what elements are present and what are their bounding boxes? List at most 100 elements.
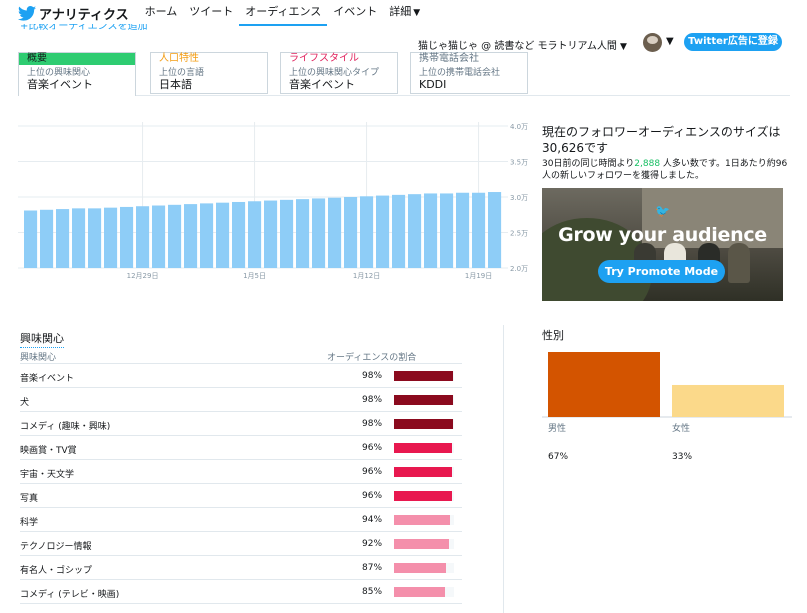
nav-audience[interactable]: オーディエンス bbox=[239, 0, 328, 26]
tab-value: 音楽イベント bbox=[27, 78, 93, 91]
follower-bar[interactable] bbox=[168, 204, 182, 268]
interest-row: コメディ (テレビ・映画) 85% bbox=[20, 580, 462, 604]
gender-label: 女性 bbox=[672, 422, 690, 434]
interest-bar bbox=[394, 371, 453, 381]
interest-row: 映画賞・TV賞 96% bbox=[20, 436, 462, 460]
tab-lifestyle[interactable]: ライフスタイル 上位の興味関心タイプ 音楽イベント bbox=[280, 52, 398, 94]
follower-bar[interactable] bbox=[424, 193, 438, 268]
nav-tweets[interactable]: ツイート bbox=[183, 0, 239, 26]
account-chevron-icon: ▼ bbox=[620, 42, 627, 52]
avatar[interactable] bbox=[643, 33, 662, 52]
y-tick-label: 3.0万 bbox=[510, 194, 528, 202]
interest-bar-track bbox=[394, 419, 454, 429]
nav-events[interactable]: イベント bbox=[327, 0, 383, 26]
twitter-bird-icon bbox=[18, 5, 36, 21]
promote-mode-banner[interactable]: 🐦 Grow your audience Try Promote Mode bbox=[542, 188, 783, 301]
follower-bar[interactable] bbox=[328, 197, 342, 268]
interest-bar bbox=[394, 539, 450, 549]
interest-percent: 85% bbox=[362, 587, 383, 597]
interest-bar bbox=[394, 563, 447, 573]
follower-bar[interactable] bbox=[104, 207, 118, 268]
nav-more[interactable]: 詳細 ▼ bbox=[383, 0, 426, 26]
follower-bar[interactable] bbox=[24, 210, 38, 268]
follower-bar[interactable] bbox=[312, 198, 326, 268]
x-tick-label: 1月12日 bbox=[353, 272, 380, 280]
tab-value: 日本語 bbox=[159, 78, 192, 91]
y-tick-label: 3.5万 bbox=[510, 159, 528, 167]
gender-bar[interactable] bbox=[672, 384, 784, 417]
interest-name: 写真 bbox=[20, 494, 39, 504]
follower-bar[interactable] bbox=[216, 202, 230, 268]
desc-pre: 30日前の同じ時間より bbox=[542, 159, 635, 169]
follower-bar[interactable] bbox=[392, 194, 406, 268]
tab-header: ライフスタイル bbox=[289, 53, 359, 64]
account-switcher[interactable]: 猫じゃ猫じゃ @ 読書など モラトリアム人間 ▼ bbox=[418, 37, 627, 52]
follower-bar[interactable] bbox=[408, 194, 422, 268]
avatar-chevron-icon[interactable]: ▼ bbox=[666, 36, 674, 47]
tab-value: 音楽イベント bbox=[289, 78, 355, 91]
follower-bar[interactable] bbox=[184, 204, 198, 268]
follower-bar[interactable] bbox=[56, 209, 70, 268]
interest-name: 科学 bbox=[20, 518, 39, 528]
interest-bar-track bbox=[394, 491, 454, 501]
brand-title: アナリティクス bbox=[39, 7, 129, 23]
interests-table: 音楽イベント 98% 犬 98% コメディ (趣味・興味) 98% 映画賞・TV賞 96% 宇宙… bbox=[20, 364, 462, 604]
interest-percent: 96% bbox=[362, 443, 383, 453]
interest-row: 写真 96% bbox=[20, 484, 462, 508]
gender-value: 67% bbox=[548, 452, 568, 462]
follower-bar[interactable] bbox=[232, 201, 246, 268]
follower-bar[interactable] bbox=[152, 205, 166, 268]
follower-bar[interactable] bbox=[472, 192, 486, 268]
interests-title[interactable]: 興味関心 bbox=[20, 330, 64, 348]
follower-bar[interactable] bbox=[88, 208, 102, 268]
interests-table-header: 興味関心 オーディエンスの割合 bbox=[20, 350, 462, 364]
promo-person bbox=[728, 243, 750, 283]
tab-demographics[interactable]: 人口特性 上位の言語 日本語 bbox=[150, 52, 268, 94]
audience-tabs: 概要 上位の興味関心 音楽イベント 人口特性 上位の言語 日本語 ライフスタイル… bbox=[18, 52, 790, 96]
interest-bar-track bbox=[394, 539, 454, 549]
follower-bar[interactable] bbox=[296, 199, 310, 268]
follower-bar[interactable] bbox=[488, 192, 502, 268]
interest-row: 宇宙・天文学 96% bbox=[20, 460, 462, 484]
promo-headline: Grow your audience bbox=[558, 224, 767, 246]
interest-bar bbox=[394, 587, 445, 597]
col-interest: 興味関心 bbox=[20, 353, 57, 363]
follower-bar[interactable] bbox=[40, 209, 54, 268]
follower-bar[interactable] bbox=[264, 200, 278, 268]
follower-bar[interactable] bbox=[248, 201, 262, 268]
follower-bar[interactable] bbox=[456, 192, 470, 268]
follower-bar[interactable] bbox=[120, 206, 134, 268]
y-tick-label: 4.0万 bbox=[510, 123, 528, 131]
twitter-bird-icon: 🐦 bbox=[655, 204, 670, 218]
tab-overview[interactable]: 概要 上位の興味関心 音楽イベント bbox=[18, 52, 136, 96]
interest-bar-track bbox=[394, 443, 454, 453]
y-tick-label: 2.0万 bbox=[510, 265, 528, 273]
nav-home[interactable]: ホーム bbox=[139, 0, 184, 26]
section-divider bbox=[503, 325, 504, 613]
follower-bar[interactable] bbox=[376, 195, 390, 268]
follower-bar[interactable] bbox=[72, 208, 86, 268]
desc-growth: 2,888 bbox=[634, 159, 661, 169]
interest-bar bbox=[394, 467, 452, 477]
interest-percent: 98% bbox=[362, 395, 383, 405]
try-promote-mode-button[interactable]: Try Promote Mode bbox=[598, 260, 725, 283]
analytics-home-link[interactable]: アナリティクス bbox=[18, 4, 129, 23]
follower-bar[interactable] bbox=[440, 193, 454, 268]
interest-name: コメディ (趣味・興味) bbox=[20, 422, 111, 432]
interest-name: 宇宙・天文学 bbox=[20, 470, 75, 480]
interest-percent: 96% bbox=[362, 467, 383, 477]
audience-size-description: 30日前の同じ時間より2,888 人多い数です。1日あたり約96人の新しいフォロ… bbox=[542, 158, 792, 182]
interest-name: 映画賞・TV賞 bbox=[20, 446, 77, 456]
twitter-ads-signup-button[interactable]: Twitter広告に登録 bbox=[684, 33, 782, 51]
top-nav: アナリティクス ホーム ツイート オーディエンス イベント 詳細 ▼ bbox=[0, 0, 807, 26]
add-comparison-link[interactable]: +比較オーディエンスを追加 bbox=[20, 24, 147, 34]
follower-bar[interactable] bbox=[280, 199, 294, 268]
gender-bar[interactable] bbox=[548, 352, 660, 417]
follower-bar[interactable] bbox=[360, 196, 374, 268]
follower-bar[interactable] bbox=[200, 203, 214, 268]
tab-carrier[interactable]: 携帯電話会社 上位の携帯電話会社 KDDI bbox=[410, 52, 528, 94]
follower-bar[interactable] bbox=[136, 206, 150, 268]
interest-name: テクノロジー情報 bbox=[20, 542, 92, 552]
follower-bar[interactable] bbox=[344, 197, 358, 268]
interest-bar-track bbox=[394, 563, 454, 573]
